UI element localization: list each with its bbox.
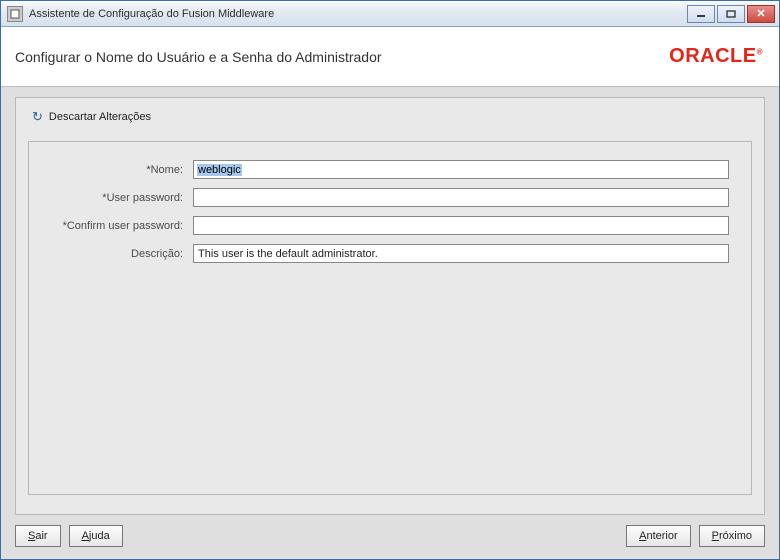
page-title: Configurar o Nome do Usuário e a Senha d… xyxy=(15,49,382,65)
close-button[interactable]: ✕ xyxy=(747,5,775,23)
maximize-button[interactable] xyxy=(717,5,745,23)
help-button[interactable]: Ajuda xyxy=(69,525,123,547)
next-button[interactable]: Próximo xyxy=(699,525,765,547)
user-password-field[interactable] xyxy=(193,188,729,207)
refresh-icon: ↻ xyxy=(32,110,43,123)
confirm-password-field[interactable] xyxy=(193,216,729,235)
name-label: *Nome: xyxy=(47,164,193,176)
exit-button[interactable]: Sair xyxy=(15,525,61,547)
footer-buttons: Sair Ajuda Anterior Próximo xyxy=(15,525,765,547)
discard-changes-link[interactable]: ↻ Descartar Alterações xyxy=(28,108,752,141)
content-area: ↻ Descartar Alterações *Nome: weblogic *… xyxy=(1,87,779,559)
description-field[interactable] xyxy=(193,244,729,263)
title-bar: Assistente de Configuração do Fusion Mid… xyxy=(1,1,779,27)
form-panel: *Nome: weblogic *User password: *Confirm… xyxy=(28,141,752,495)
previous-button[interactable]: Anterior xyxy=(626,525,691,547)
description-label: Descrição: xyxy=(47,248,193,260)
name-value: weblogic xyxy=(197,164,242,176)
confirm-password-label: *Confirm user password: xyxy=(47,220,193,232)
name-field[interactable]: weblogic xyxy=(193,160,729,179)
header: Configurar o Nome do Usuário e a Senha d… xyxy=(1,27,779,87)
app-icon xyxy=(7,6,23,22)
oracle-logo: ORACLE® xyxy=(669,45,763,68)
main-panel: ↻ Descartar Alterações *Nome: weblogic *… xyxy=(15,97,765,515)
user-password-label: *User password: xyxy=(47,192,193,204)
window-title: Assistente de Configuração do Fusion Mid… xyxy=(29,8,274,20)
window-controls: ✕ xyxy=(687,5,775,23)
discard-changes-label: Descartar Alterações xyxy=(49,111,151,123)
minimize-button[interactable] xyxy=(687,5,715,23)
